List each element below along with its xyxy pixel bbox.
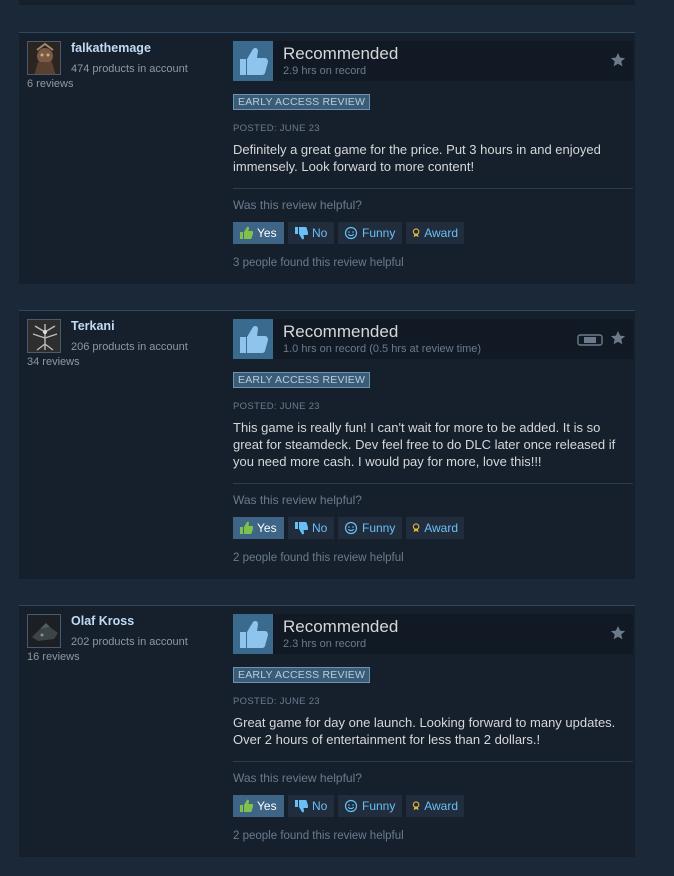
award-icon	[412, 228, 420, 238]
avatar[interactable]	[27, 41, 61, 75]
star-icon[interactable]	[610, 52, 626, 73]
recommendation-title[interactable]: Recommended	[283, 44, 398, 64]
smiley-icon	[344, 799, 358, 813]
vote-no-label: No	[312, 521, 328, 535]
vote-yes-label: Yes	[257, 521, 277, 535]
vote-yes-button[interactable]: Yes	[233, 222, 284, 244]
avatar[interactable]	[27, 319, 61, 353]
hours-on-record: 1.0 hrs on record (0.5 hrs at review tim…	[283, 343, 482, 355]
posted-date: POSTED: JUNE 23	[233, 401, 320, 412]
early-access-badge: EARLY ACCESS REVIEW	[233, 372, 371, 388]
author-products[interactable]: 206 products in account	[71, 341, 188, 353]
recommendation-title[interactable]: Recommended	[283, 617, 398, 637]
award-label: Award	[424, 521, 458, 535]
found-helpful-count: 2 people found this review helpful	[233, 552, 404, 564]
thumbs-up-icon	[233, 319, 273, 359]
vote-funny-button[interactable]: Funny	[338, 517, 402, 539]
vote-no-button[interactable]: No	[288, 222, 334, 244]
recommendation-title[interactable]: Recommended	[283, 322, 398, 342]
thumbs-up-icon	[233, 614, 273, 654]
vote-no-label: No	[312, 226, 328, 240]
vote-funny-button[interactable]: Funny	[338, 795, 402, 817]
award-icon	[412, 801, 420, 811]
thumbs-up-icon	[240, 521, 253, 534]
star-icon[interactable]	[610, 330, 626, 351]
helpful-question: Was this review helpful?	[233, 771, 362, 785]
vote-header[interactable]: Recommended 2.3 hrs on record	[233, 614, 633, 654]
early-access-badge: EARLY ACCESS REVIEW	[233, 667, 371, 683]
thumbs-up-icon	[240, 799, 253, 812]
steam-deck-icon	[577, 333, 603, 352]
review-content: This game is really fun! I can't wait fo…	[233, 420, 616, 469]
vote-header[interactable]: Recommended 2.9 hrs on record	[233, 41, 633, 81]
posted-date: POSTED: JUNE 23	[233, 123, 320, 134]
vote-no-button[interactable]: No	[288, 517, 334, 539]
review-card: Terkani 206 products in account 34 revie…	[19, 310, 635, 579]
vote-yes-button[interactable]: Yes	[233, 795, 284, 817]
thumbs-up-icon	[240, 226, 253, 239]
divider	[233, 188, 633, 189]
thumbs-down-icon	[295, 522, 308, 535]
author-products[interactable]: 474 products in account	[71, 63, 188, 75]
review-card: falkathemage 474 products in account 6 r…	[19, 32, 635, 284]
author-review-count[interactable]: 34 reviews	[27, 356, 80, 368]
found-helpful-count: 2 people found this review helpful	[233, 830, 404, 842]
vote-yes-label: Yes	[257, 226, 277, 240]
posted-date: POSTED: JUNE 23	[233, 696, 320, 707]
award-label: Award	[424, 799, 458, 813]
hours-on-record: 2.9 hrs on record	[283, 65, 367, 77]
award-button[interactable]: Award	[406, 795, 464, 817]
smiley-icon	[344, 521, 358, 535]
vote-funny-label: Funny	[362, 226, 396, 240]
award-label: Award	[424, 226, 458, 240]
author-products[interactable]: 202 products in account	[71, 636, 188, 648]
helpful-question: Was this review helpful?	[233, 493, 362, 507]
vote-funny-button[interactable]: Funny	[338, 222, 402, 244]
smiley-icon	[344, 226, 358, 240]
thumbs-down-icon	[295, 227, 308, 240]
hours-on-record: 2.3 hrs on record	[283, 638, 367, 650]
review-content: Great game for day one launch. Looking f…	[233, 715, 616, 747]
star-icon[interactable]	[610, 625, 626, 646]
review-content: Definitely a great game for the price. P…	[233, 142, 601, 174]
vote-yes-label: Yes	[257, 799, 277, 813]
author-name[interactable]: Terkani	[71, 319, 115, 333]
review-card: Olaf Kross 202 products in account 16 re…	[19, 605, 635, 857]
thumbs-up-icon	[233, 41, 273, 81]
author-name[interactable]: falkathemage	[71, 41, 151, 55]
found-helpful-count: 3 people found this review helpful	[233, 257, 404, 269]
award-icon	[412, 523, 420, 533]
author-name[interactable]: Olaf Kross	[71, 614, 134, 628]
vote-funny-label: Funny	[362, 799, 396, 813]
divider	[233, 483, 633, 484]
thumbs-down-icon	[295, 800, 308, 813]
vote-yes-button[interactable]: Yes	[233, 517, 284, 539]
previous-review-card-edge	[19, 0, 635, 5]
author-review-count[interactable]: 16 reviews	[27, 651, 80, 663]
early-access-badge: EARLY ACCESS REVIEW	[233, 94, 371, 110]
vote-no-button[interactable]: No	[288, 795, 334, 817]
divider	[233, 761, 633, 762]
author-review-count[interactable]: 6 reviews	[27, 78, 73, 90]
award-button[interactable]: Award	[406, 222, 464, 244]
vote-header[interactable]: Recommended 1.0 hrs on record (0.5 hrs a…	[233, 319, 633, 359]
vote-funny-label: Funny	[362, 521, 396, 535]
award-button[interactable]: Award	[406, 517, 464, 539]
avatar[interactable]	[27, 614, 61, 648]
vote-no-label: No	[312, 799, 328, 813]
helpful-question: Was this review helpful?	[233, 198, 362, 212]
